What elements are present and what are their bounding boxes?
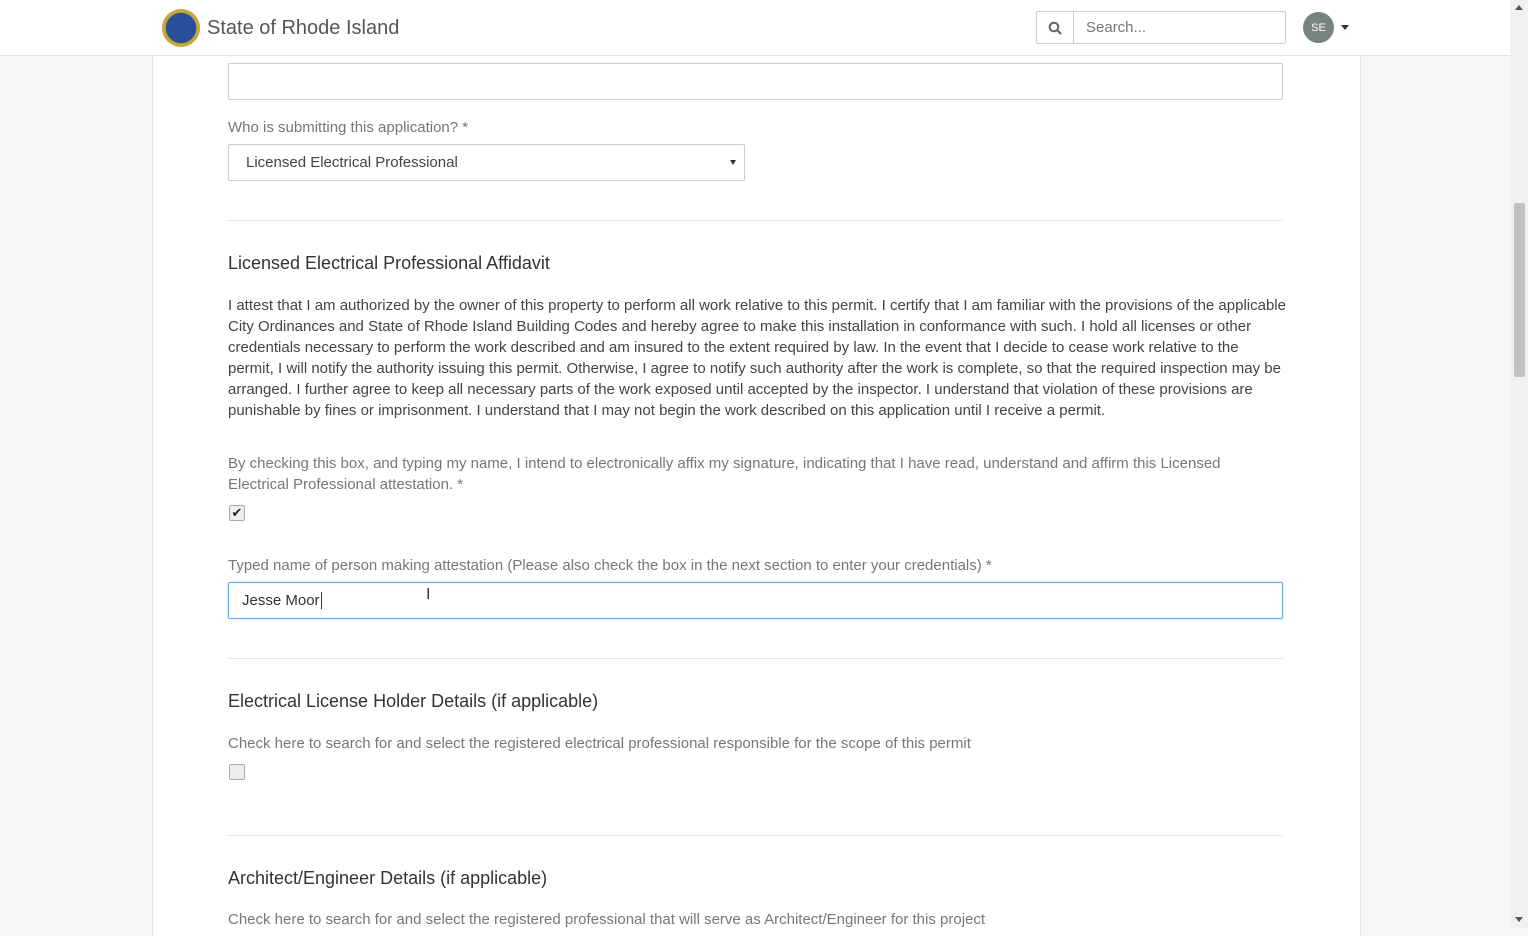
previous-field-input[interactable] bbox=[228, 63, 1283, 100]
user-avatar[interactable]: SE bbox=[1303, 12, 1334, 43]
submitter-select[interactable]: Licensed Electrical Professional bbox=[228, 144, 745, 181]
attest-label: By checking this box, and typing my name… bbox=[228, 455, 1221, 493]
license-label: Check here to search for and select the … bbox=[228, 735, 971, 752]
state-seal-logo[interactable] bbox=[162, 9, 200, 47]
affidavit-heading: Licensed Electrical Professional Affidav… bbox=[228, 253, 550, 273]
form-panel bbox=[152, 56, 1361, 936]
search-button[interactable] bbox=[1037, 12, 1074, 43]
scroll-up-icon[interactable] bbox=[1515, 5, 1523, 10]
affidavit-text: I attest that I am authorized by the own… bbox=[228, 297, 1286, 419]
typed-name-label: Typed name of person making attestation … bbox=[228, 557, 992, 574]
scrollbar-thumb[interactable] bbox=[1514, 203, 1525, 377]
scroll-down-icon[interactable] bbox=[1515, 917, 1523, 922]
attest-checkbox[interactable]: ✔ bbox=[229, 505, 245, 521]
top-navbar: State of Rhode Island SE bbox=[0, 0, 1510, 56]
brand-title[interactable]: State of Rhode Island bbox=[207, 17, 399, 40]
typed-name-value: Jesse Moor bbox=[242, 592, 320, 609]
search-input[interactable] bbox=[1074, 12, 1285, 43]
license-heading: Electrical License Holder Details (if ap… bbox=[228, 691, 599, 711]
user-menu-caret-icon[interactable] bbox=[1341, 25, 1349, 30]
page-scrollbar[interactable] bbox=[1510, 0, 1528, 928]
submitter-selected-value: Licensed Electrical Professional bbox=[246, 154, 458, 171]
divider bbox=[228, 835, 1283, 836]
search-box bbox=[1036, 11, 1286, 44]
license-checkbox[interactable] bbox=[229, 764, 245, 780]
typed-name-input[interactable]: Jesse Moor bbox=[228, 582, 1283, 619]
architect-label: Check here to search for and select the … bbox=[228, 911, 986, 928]
submitter-label: Who is submitting this application? * bbox=[228, 119, 469, 136]
architect-heading: Architect/Engineer Details (if applicabl… bbox=[228, 868, 548, 888]
divider bbox=[228, 658, 1283, 659]
divider bbox=[228, 220, 1283, 221]
search-icon bbox=[1048, 21, 1062, 35]
text-cursor-icon: I bbox=[426, 586, 431, 603]
chevron-down-icon bbox=[730, 160, 736, 165]
